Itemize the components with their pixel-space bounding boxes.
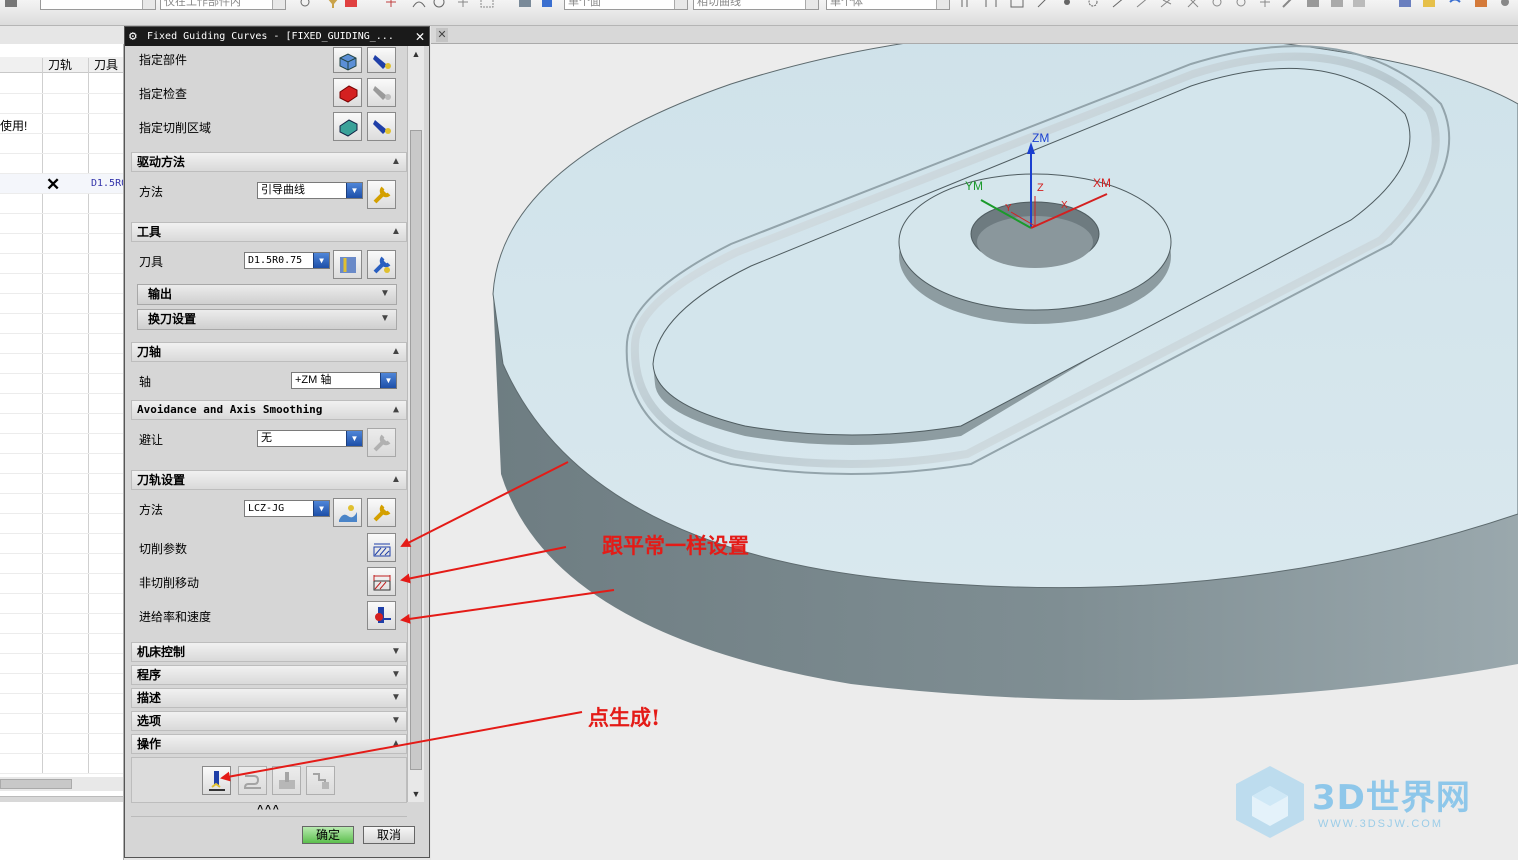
watermark-text: 3D世界网 <box>1312 778 1471 818</box>
annotation-same-as-usual: 跟平常一样设置 <box>602 533 749 558</box>
annotation-arrows <box>220 461 615 782</box>
arrow-to-cutting-params <box>400 461 569 547</box>
arrow-to-non-cutting <box>400 546 567 584</box>
arrow-to-generate <box>220 711 583 782</box>
watermark: 3D世界网 WWW.3DSJW.COM <box>1232 762 1502 842</box>
annotation-click-generate: 点生成! <box>588 705 661 730</box>
arrow-to-feeds <box>400 589 615 624</box>
watermark-url: WWW.3DSJW.COM <box>1318 818 1443 830</box>
watermark-cube-icon <box>1236 766 1304 838</box>
